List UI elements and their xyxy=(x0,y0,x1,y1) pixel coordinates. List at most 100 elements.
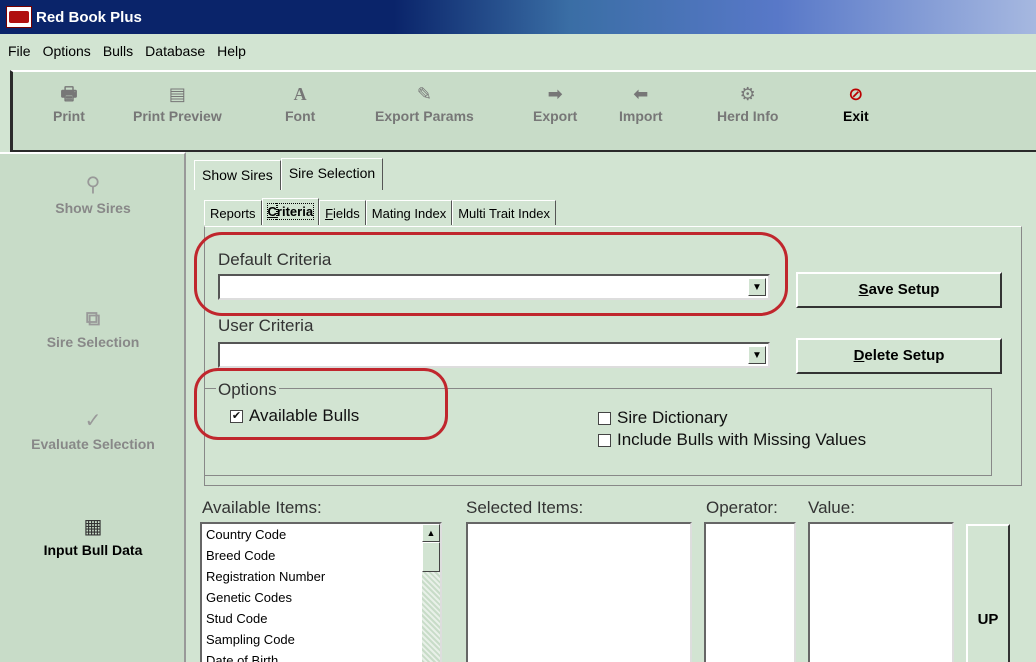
list-item[interactable]: Date of Birth xyxy=(202,650,440,662)
herd-info-label: Herd Info xyxy=(717,108,779,124)
save-rest: ave Setup xyxy=(868,281,940,298)
tab-mating-index[interactable]: Mating Index xyxy=(365,200,453,225)
exit-icon: ⊘ xyxy=(848,84,864,104)
tab-multi-trait-index-label: Multi Trait Index xyxy=(458,206,550,221)
export-icon: ➡ xyxy=(547,84,563,104)
tab-fields[interactable]: Fields xyxy=(319,200,366,225)
sidebar: ⚲ Show Sires ⧉ Sire Selection ✓ Evaluate… xyxy=(0,152,186,662)
menu-help[interactable]: Help xyxy=(217,43,246,59)
delete-setup-button[interactable]: Delete Setup xyxy=(796,338,1002,374)
scroll-thumb[interactable] xyxy=(422,542,440,572)
font-label: Font xyxy=(285,108,316,124)
available-bulls-checkbox[interactable]: ✔ Available Bulls xyxy=(230,406,359,426)
export-params-label: Export Params xyxy=(375,108,474,124)
print-preview-button[interactable]: ▤ Print Preview xyxy=(133,80,222,124)
sidebar-input-bull-data-label: Input Bull Data xyxy=(43,542,143,558)
sidebar-item-input-bull-data[interactable]: ▦ Input Bull Data xyxy=(0,512,186,558)
available-items-label: Available Items: xyxy=(202,498,322,517)
chevron-down-icon[interactable]: ▼ xyxy=(748,278,766,296)
checkbox-checked-icon: ✔ xyxy=(230,409,243,423)
menu-file[interactable]: File xyxy=(8,43,31,59)
menu-bar: File Options Bulls Database Help xyxy=(0,34,1036,68)
sidebar-item-sire-selection[interactable]: ⧉ Sire Selection xyxy=(0,304,186,350)
tab-mating-index-label: Mating Index xyxy=(371,206,447,221)
import-icon: ⬅ xyxy=(633,84,649,104)
print-button[interactable]: 🖶 Print xyxy=(53,80,85,124)
fields-accel: F xyxy=(325,206,334,221)
herd-info-button[interactable]: ⚙ Herd Info xyxy=(717,80,778,124)
user-criteria-select[interactable]: ▼ xyxy=(218,342,770,368)
title-bar: Red Book Plus xyxy=(0,0,1036,34)
value-label: Value: xyxy=(808,498,855,517)
list-item[interactable]: Sampling Code xyxy=(202,629,440,650)
menu-database[interactable]: Database xyxy=(145,43,205,59)
available-items-list[interactable]: Country Code Breed Code Registration Num… xyxy=(200,522,442,662)
export-label: Export xyxy=(533,108,578,124)
selection-icon: ⧉ xyxy=(85,308,101,330)
export-params-button[interactable]: ✎ Export Params xyxy=(375,80,474,124)
import-button[interactable]: ⬅ Import xyxy=(619,80,663,124)
list-item[interactable]: Breed Code xyxy=(202,545,440,566)
default-criteria-select[interactable]: ▼ xyxy=(218,274,770,300)
exit-label: Exit xyxy=(843,108,869,124)
toolbar: 🖶 Print ▤ Print Preview A Font ✎ Export … xyxy=(10,70,1036,152)
tab-reports[interactable]: Reports xyxy=(204,200,262,225)
tab-criteria-label: Criteria xyxy=(266,203,315,220)
sidebar-evaluate-selection-label: Evaluate Selection xyxy=(31,436,155,452)
scrollbar[interactable]: ▲ xyxy=(422,524,440,662)
scroll-up-arrow-icon[interactable]: ▲ xyxy=(422,524,440,542)
exit-button[interactable]: ⊘ Exit xyxy=(843,80,869,124)
default-criteria-label: Default Criteria xyxy=(218,250,332,269)
selected-items-list[interactable] xyxy=(466,522,692,662)
sidebar-item-evaluate-selection[interactable]: ✓ Evaluate Selection xyxy=(0,406,186,452)
sire-dictionary-label: Sire Dictionary xyxy=(617,408,728,427)
sidebar-sire-selection-label: Sire Selection xyxy=(46,334,140,350)
sire-dictionary-checkbox[interactable]: Sire Dictionary xyxy=(598,408,728,428)
app-logo-icon xyxy=(6,6,32,28)
list-item[interactable]: Country Code xyxy=(202,524,440,545)
delete-accel: D xyxy=(853,347,865,364)
menu-options[interactable]: Options xyxy=(43,43,91,59)
list-item[interactable]: Registration Number xyxy=(202,566,440,587)
delete-rest: elete Setup xyxy=(864,347,945,364)
tab-sire-selection[interactable]: Sire Selection xyxy=(280,158,384,190)
include-missing-checkbox[interactable]: Include Bulls with Missing Values xyxy=(598,430,866,450)
tab-criteria[interactable]: Criteria xyxy=(261,198,320,225)
window-title: Red Book Plus xyxy=(36,8,142,26)
checkbox-unchecked-icon xyxy=(598,433,611,447)
menu-bulls[interactable]: Bulls xyxy=(103,43,133,59)
criteria-rest: riteria xyxy=(275,203,315,220)
sidebar-item-show-sires[interactable]: ⚲ Show Sires xyxy=(0,170,186,216)
import-label: Import xyxy=(619,108,663,124)
selected-items-label: Selected Items: xyxy=(466,498,584,517)
checkmark-icon: ✓ xyxy=(84,410,102,432)
up-button[interactable]: UP xyxy=(966,524,1010,662)
herd-info-icon: ⚙ xyxy=(739,84,756,104)
save-accel: S xyxy=(858,281,869,298)
font-icon: A xyxy=(293,84,307,104)
tab-show-sires-label: Show Sires xyxy=(202,167,273,183)
main-panel: Show Sires Sire Selection Reports Criter… xyxy=(188,154,1036,662)
include-missing-label: Include Bulls with Missing Values xyxy=(617,430,867,449)
available-bulls-label: Available Bulls xyxy=(249,406,360,425)
value-list[interactable] xyxy=(808,522,954,662)
tab-multi-trait-index[interactable]: Multi Trait Index xyxy=(452,200,556,225)
print-preview-label: Print Preview xyxy=(133,108,222,124)
save-setup-button[interactable]: Save Setup xyxy=(796,272,1002,308)
tab-sire-selection-label: Sire Selection xyxy=(288,165,376,181)
tab-show-sires[interactable]: Show Sires xyxy=(194,160,281,190)
list-item[interactable]: Genetic Codes xyxy=(202,587,440,608)
user-criteria-label: User Criteria xyxy=(218,316,314,335)
export-button[interactable]: ➡ Export xyxy=(533,80,577,124)
criteria-accel: C xyxy=(266,203,278,220)
list-item[interactable]: Stud Code xyxy=(202,608,440,629)
options-legend: Options xyxy=(216,380,279,400)
operator-list[interactable] xyxy=(704,522,796,662)
pencil-icon: ✎ xyxy=(416,84,432,104)
print-preview-icon: ▤ xyxy=(168,84,186,104)
chevron-down-icon[interactable]: ▼ xyxy=(748,346,766,364)
font-button[interactable]: A Font xyxy=(285,80,315,124)
sub-tabs: Reports Criteria Fields Mating Index Mul… xyxy=(204,198,556,225)
calculator-icon: ▦ xyxy=(83,516,103,538)
magnifier-icon: ⚲ xyxy=(85,174,101,196)
